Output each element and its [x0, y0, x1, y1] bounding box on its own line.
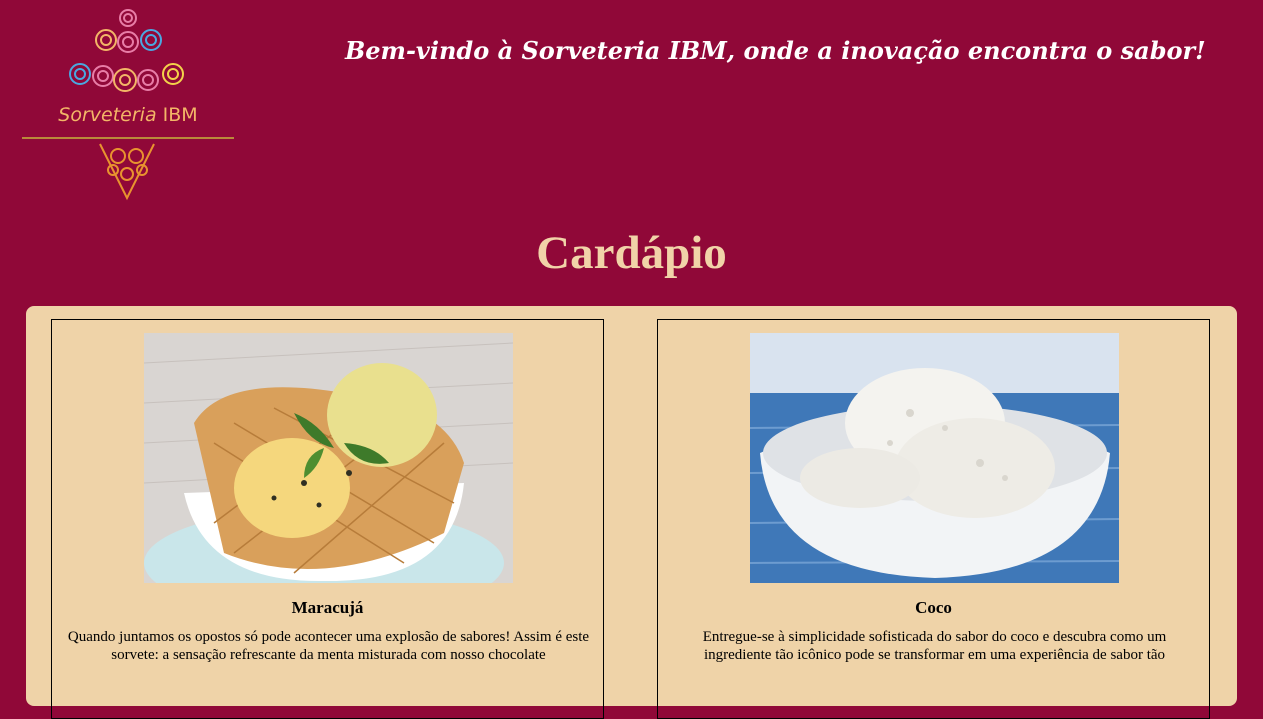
menu-card-coco: Coco Entregue-se à simplicidade sofistic…	[657, 319, 1210, 719]
maracuja-ice-cream-image	[144, 333, 513, 583]
page-title: Cardápio	[536, 227, 727, 279]
item-description: Quando juntamos os opostos só pode acont…	[67, 629, 590, 663]
welcome-message: Bem-vindo à Sorveteria IBM, onde a inova…	[345, 36, 1206, 65]
item-name: Maracujá	[291, 598, 364, 617]
item-description: Entregue-se à simplicidade sofisticada d…	[702, 629, 1167, 663]
ice-cream-logo-icon	[22, 9, 234, 201]
logo: Sorveteria IBM	[18, 4, 238, 202]
item-name: Coco	[915, 598, 952, 617]
menu-panel: Maracujá Quando juntamos os opostos só p…	[26, 306, 1237, 719]
coco-ice-cream-image	[750, 333, 1119, 583]
logo-text: Sorveteria IBM	[58, 104, 198, 126]
menu-card-maracuja: Maracujá Quando juntamos os opostos só p…	[51, 319, 604, 719]
